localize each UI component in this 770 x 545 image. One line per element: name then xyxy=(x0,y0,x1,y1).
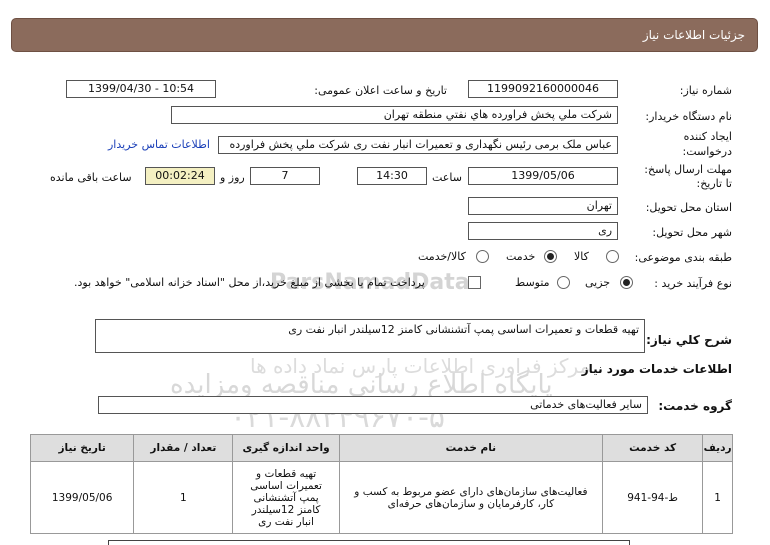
table-row: 1 ط-94-941 فعالیت‌های سازمان‌های دارای ع… xyxy=(29,461,733,534)
category-radio-goods[interactable] xyxy=(606,250,619,263)
process-radio-minor[interactable] xyxy=(620,276,633,289)
page-title: جزئیات اطلاعات نیاز xyxy=(642,28,745,42)
category-option-goods-service: کالا/خدمت xyxy=(418,250,466,263)
table-header-row: ردیف کد خدمت نام خدمت واحد اندازه گیری ت… xyxy=(29,434,733,462)
treasury-payment-checkbox[interactable] xyxy=(468,276,481,289)
watermark-line1: مرکز فراوری اطلاعات پارس نماد داده ها xyxy=(250,354,591,378)
creator-field: عباس ملک برمی رئیس نگهداری و تعمیرات انب… xyxy=(218,136,618,154)
services-table: ردیف کد خدمت نام خدمت واحد اندازه گیری ت… xyxy=(29,434,733,534)
category-radio-goods-service[interactable] xyxy=(476,250,489,263)
announce-label: تاریخ و ساعت اعلان عمومی: xyxy=(314,84,447,97)
description-label: شرح کلي نياز: xyxy=(646,333,732,347)
process-option-minor: جزیی xyxy=(585,276,611,289)
col-name-header: نام خدمت xyxy=(338,434,604,462)
description-text: تهیه قطعات و تعمیرات اساسی پمپ آتشنشانی … xyxy=(288,323,639,336)
creator-label-1: ایجاد کننده xyxy=(683,130,732,143)
cell-code: ط-94-941 xyxy=(602,461,704,534)
category-radio-service[interactable] xyxy=(544,250,557,263)
deadline-time-label: ساعت xyxy=(432,171,462,184)
process-radio-medium[interactable] xyxy=(557,276,570,289)
days-field: 7 xyxy=(250,167,320,185)
buyer-label: نام دستگاه خریدار: xyxy=(645,110,732,123)
service-group-field: سایر فعالیت‌های خدماتی xyxy=(98,396,648,414)
col-unit-header: واحد اندازه گیری xyxy=(232,434,340,462)
remaining-time-field: 00:02:24 xyxy=(145,167,215,185)
deadline-time-field: 14:30 xyxy=(357,167,427,185)
province-field: تهران xyxy=(468,197,618,215)
contact-buyer-link[interactable]: اطلاعات تماس خریدار xyxy=(108,138,210,151)
service-group-label: گروه خدمت: xyxy=(658,399,732,413)
deadline-date-field: 1399/05/06 xyxy=(468,167,618,185)
deadline-label-1: مهلت ارسال پاسخ: xyxy=(644,163,732,176)
cell-name: فعالیت‌های سازمان‌های دارای عضو مربوط به… xyxy=(338,461,604,534)
bottom-panel-edge xyxy=(108,540,630,545)
cell-unit: تهیه قطعات و تعمیرات اساسی پمپ آتشنشانی … xyxy=(232,461,340,534)
treasury-payment-text: پرداخت تمام یا بخشی از مبلغ خرید،از محل … xyxy=(74,276,425,289)
services-section-title: اطلاعات خدمات مورد نیاز xyxy=(581,362,732,376)
category-label: طبقه بندی موضوعی: xyxy=(634,251,732,264)
deadline-label-2: تا تاریخ: xyxy=(696,177,732,190)
city-label: شهر محل تحویل: xyxy=(652,226,732,239)
col-date-header: تاریخ نیاز xyxy=(29,434,135,462)
city-field: ری xyxy=(468,222,618,240)
need-number-label: شماره نیاز: xyxy=(679,84,732,97)
col-code-header: کد خدمت xyxy=(602,434,704,462)
page-header: جزئیات اطلاعات نیاز xyxy=(11,18,758,52)
need-number-field: 1199092160000046 xyxy=(468,80,618,98)
process-option-medium: متوسط xyxy=(515,276,550,289)
col-row-header: ردیف xyxy=(702,434,733,462)
category-option-goods: کالا xyxy=(574,250,589,263)
province-label: استان محل تحویل: xyxy=(645,201,732,214)
process-label: نوع فرآیند خرید : xyxy=(654,277,732,290)
days-label: روز و xyxy=(220,171,245,184)
cell-row: 1 xyxy=(702,461,733,534)
cell-qty: 1 xyxy=(133,461,234,534)
col-qty-header: تعداد / مقدار xyxy=(133,434,234,462)
remaining-label: ساعت باقی مانده xyxy=(50,171,132,184)
announce-field: 1399/04/30 - 10:54 xyxy=(66,80,216,98)
description-box: تهیه قطعات و تعمیرات اساسی پمپ آتشنشانی … xyxy=(95,319,645,353)
category-option-service: خدمت xyxy=(506,250,536,263)
creator-label-2: درخواست: xyxy=(682,145,732,158)
buyer-field: شرکت ملي پخش فراورده هاي نفتي منطقه تهرا… xyxy=(171,106,618,124)
cell-date: 1399/05/06 xyxy=(29,461,135,534)
